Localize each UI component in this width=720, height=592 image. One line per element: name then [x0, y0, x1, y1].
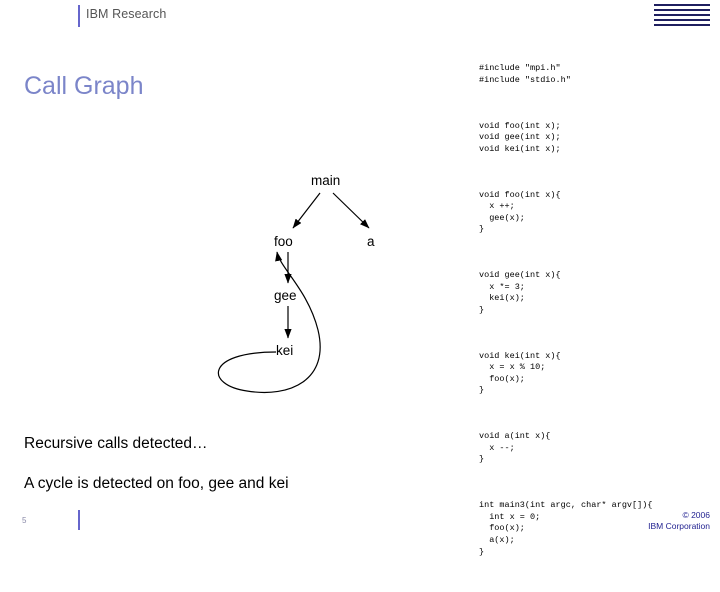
code-block-kei: void kei(int x){ x = x % 10; foo(x); } — [479, 350, 561, 396]
graph-node-gee[interactable]: gee — [274, 288, 297, 303]
graph-node-a[interactable]: a — [367, 234, 375, 249]
code-block-a: void a(int x){ x --; } — [479, 431, 551, 465]
code-block-prototypes: void foo(int x); void gee(int x); void k… — [479, 120, 561, 154]
code-block-gee: void gee(int x){ x *= 3; kei(x); } — [479, 270, 561, 315]
copyright-block: © 2006 IBM Corporation — [648, 510, 710, 532]
copyright-line-1: © 2006 — [682, 510, 710, 520]
graph-node-kei[interactable]: kei — [276, 343, 293, 358]
page-title: Call Graph — [24, 72, 144, 100]
caption-cycle-detected: A cycle is detected on foo, gee and kei — [24, 475, 289, 492]
footer-accent-rule — [78, 510, 80, 530]
slide-root: IBM Research Call Graph #include "mpi.h"… — [0, 0, 720, 557]
graph-node-foo[interactable]: foo — [274, 234, 293, 249]
header-accent-rule — [78, 5, 80, 27]
code-block-includes: #include "mpi.h" #include "stdio.h" — [479, 63, 571, 85]
page-number: 5 — [22, 516, 27, 525]
caption-recursive-calls: Recursive calls detected… — [24, 435, 208, 452]
header-title: IBM Research — [86, 7, 167, 21]
ibm-logo-icon — [654, 4, 710, 26]
graph-node-main[interactable]: main — [311, 173, 340, 188]
code-block-foo: void foo(int x){ x ++; gee(x); } — [479, 189, 561, 235]
copyright-line-2: IBM Corporation — [648, 521, 710, 531]
